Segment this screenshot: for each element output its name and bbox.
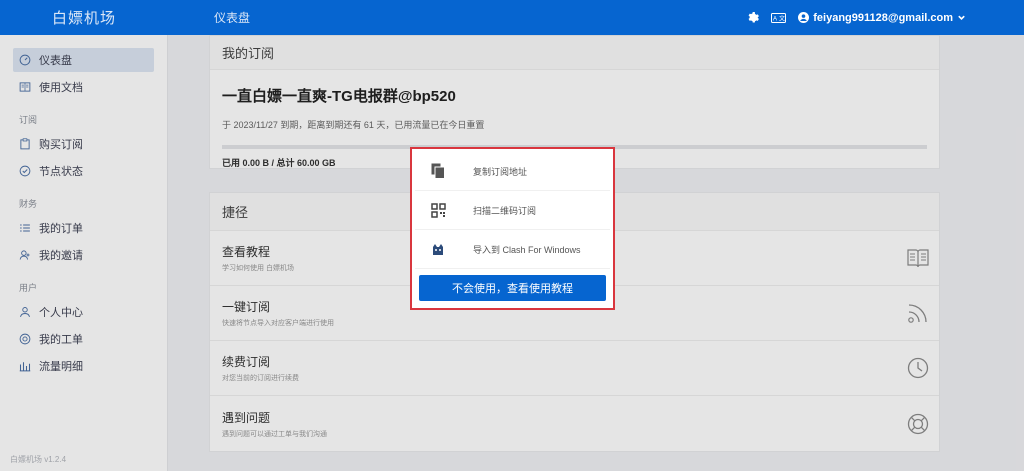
subscribe-popup: 复制订阅地址 扫描二维码订阅 导入到 Clash For Windows 不会使… xyxy=(410,147,615,310)
user-menu[interactable]: feiyang991128@gmail.com xyxy=(798,12,966,24)
page-title: 仪表盘 xyxy=(214,11,251,25)
copy-icon xyxy=(431,163,445,179)
popup-item-label: 复制订阅地址 xyxy=(473,166,528,177)
top-bar: 白嫖机场 仪表盘 A文 feiyang991128@gmail.com xyxy=(0,0,1024,35)
svg-text:文: 文 xyxy=(779,14,785,22)
import-clash-option[interactable]: 导入到 Clash For Windows xyxy=(415,230,610,269)
language-icon[interactable]: A文 xyxy=(771,12,787,23)
qrcode-icon xyxy=(430,202,446,218)
clash-cat-icon xyxy=(433,244,443,255)
user-email: feiyang991128@gmail.com xyxy=(813,11,953,24)
chevron-down-icon xyxy=(958,15,965,20)
copy-subscription-option[interactable]: 复制订阅地址 xyxy=(415,152,610,191)
popup-item-label: 导入到 Clash For Windows xyxy=(473,244,581,255)
brand-logo[interactable]: 白嫖机场 xyxy=(0,7,168,28)
popup-item-label: 扫描二维码订阅 xyxy=(473,205,537,216)
topbar-actions: A文 feiyang991128@gmail.com xyxy=(747,11,1024,24)
scan-qrcode-option[interactable]: 扫描二维码订阅 xyxy=(415,191,610,230)
svg-text:A: A xyxy=(773,16,777,22)
settings-icon[interactable] xyxy=(747,11,760,24)
view-tutorial-button[interactable]: 不会使用，查看使用教程 xyxy=(419,275,606,301)
user-circle-icon xyxy=(798,12,810,23)
